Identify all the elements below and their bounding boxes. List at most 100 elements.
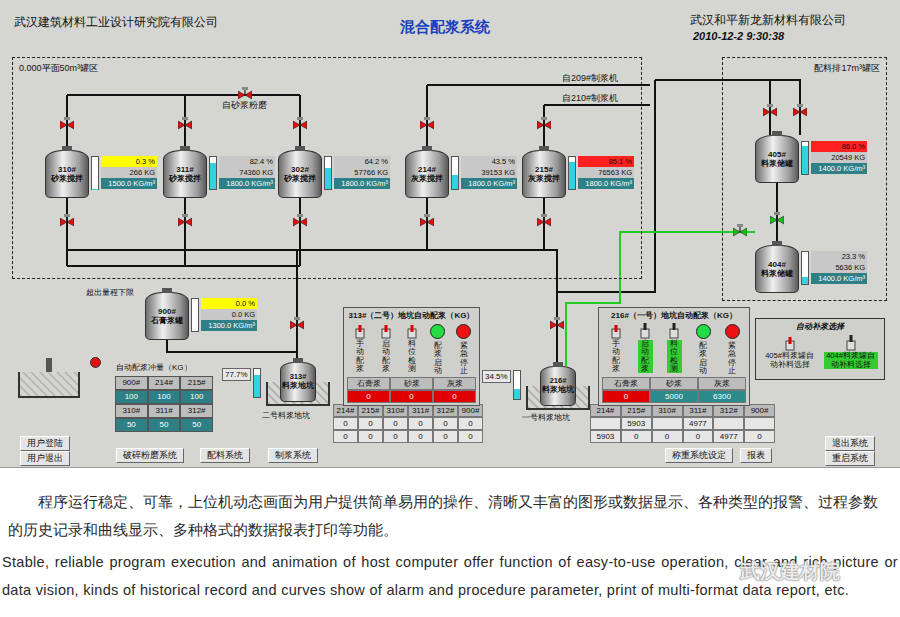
datetime: 2010-12-2 9:30:38 (693, 30, 784, 42)
toggle-switch-icon[interactable] (611, 323, 621, 339)
valve-icon[interactable] (293, 214, 307, 228)
dosing-panel: 313#（二号）地坑自动配浆（KG） 手动配浆 启动配浆 料位检测 配浆启动 紧… (343, 307, 480, 406)
control[interactable]: 手动配浆 (602, 323, 630, 375)
impulse-value[interactable]: 50 (148, 418, 181, 432)
impulse-value[interactable]: 100 (148, 390, 181, 404)
pipe (67, 265, 300, 267)
table-cell: 0 (408, 417, 433, 430)
totals-table: 214#215#310#311#312#900# 000000000000 (333, 404, 483, 443)
table-cell (652, 417, 683, 430)
material-value[interactable]: 0 (390, 390, 433, 403)
toggle-switch-icon[interactable] (785, 335, 795, 351)
valve-icon[interactable] (550, 317, 564, 331)
nav-button[interactable]: 重启系统 (825, 451, 875, 466)
screen-title: 混合配浆系统 (400, 18, 490, 37)
nav-button[interactable]: 称重系统设定 (665, 448, 733, 463)
valve-icon[interactable] (770, 212, 784, 226)
valve-icon[interactable] (420, 117, 434, 131)
tank[interactable]: 214# 灰浆搅拌 (405, 150, 449, 198)
auto-fill-option[interactable]: 405#料浆罐自动补料选择 (763, 335, 817, 369)
control[interactable]: 紧急停止 (451, 323, 476, 375)
material-value[interactable]: 5000 (650, 390, 698, 403)
table-cell: 0 (621, 430, 652, 443)
valve-icon[interactable] (420, 214, 434, 228)
valve-icon[interactable] (178, 214, 192, 228)
impulse-header: 311# (148, 404, 181, 418)
material-value[interactable]: 0 (433, 390, 476, 403)
tank[interactable]: 900# 石膏浆罐 (145, 292, 189, 340)
tank[interactable]: 404# 料浆储罐 (755, 245, 799, 293)
nav-button[interactable]: 报表 (740, 448, 772, 463)
control[interactable]: 启动配浆 (373, 323, 398, 375)
density: 1800.0 KG/m³ (219, 178, 275, 189)
pipe (67, 94, 300, 96)
tank[interactable]: 405# 料浆储罐 (755, 135, 799, 183)
tank-readout: 43.5 % 39153 KG 1800.0 KG/m³ (451, 156, 517, 190)
pipe (543, 198, 545, 250)
valve-icon[interactable] (733, 224, 747, 238)
tank-icon: 900# 石膏浆罐 (145, 292, 189, 340)
impulse-value[interactable]: 50 (180, 418, 213, 432)
nav-button[interactable]: 制浆系统 (268, 448, 318, 463)
level-bar (91, 156, 99, 190)
auto-fill-panel: 自动补浆选择 405#料浆罐自动补料选择 404#料浆罐自动补料选择 (755, 318, 885, 380)
valve-icon[interactable] (60, 214, 74, 228)
tank[interactable]: 215# 灰浆搅拌 (522, 150, 566, 198)
toggle-switch-icon[interactable] (846, 335, 856, 351)
control[interactable]: 料位检测 (660, 323, 688, 375)
tank-readout: 86.0 % 20549 KG 1400.0 KG/m³ (801, 141, 867, 175)
nav-button[interactable]: 配料系统 (200, 448, 250, 463)
pipe (299, 198, 301, 266)
control[interactable]: 启动配浆 (631, 323, 659, 375)
valve-icon[interactable] (60, 117, 74, 131)
toggle-switch-icon[interactable] (669, 323, 679, 339)
density: 1800.0 KG/m³ (461, 178, 517, 189)
material-value[interactable]: 0 (347, 390, 390, 403)
pit-tank[interactable]: 216# 料浆地坑 (540, 366, 576, 406)
toggle-switch-icon[interactable] (355, 323, 365, 339)
control[interactable]: 配浆启动 (689, 323, 717, 375)
material-value[interactable]: 0 (602, 390, 650, 403)
panel-title: 313#（二号）地坑自动配浆（KG） (347, 310, 476, 321)
control-label: 配浆启动 (696, 342, 711, 375)
control[interactable]: 紧急停止 (718, 323, 746, 375)
toggle-switch-icon[interactable] (381, 323, 391, 339)
toggle-switch-icon[interactable] (407, 323, 417, 339)
valve-icon[interactable] (537, 117, 551, 131)
source-label: 自209#制浆机 (562, 72, 618, 85)
tank[interactable]: 310# 砂浆搅拌 (45, 150, 89, 198)
pipe (544, 104, 650, 106)
control[interactable]: 手动配浆 (347, 323, 372, 375)
nav-button[interactable]: 破碎粉磨系统 (116, 448, 184, 463)
valve-icon[interactable] (293, 117, 307, 131)
toggle-switch-icon[interactable] (640, 323, 650, 339)
valve-icon[interactable] (290, 317, 304, 331)
panel-title: 216#（一号）地坑自动配浆（KG） (602, 310, 746, 321)
pit-tank[interactable]: 313# 料浆地坑 (280, 362, 316, 402)
weight: 0.0 KG (201, 309, 257, 320)
valve-icon[interactable] (238, 87, 252, 101)
valve-icon[interactable] (763, 104, 777, 118)
control-label: 紧急停止 (725, 342, 740, 375)
impulse-header: 214# (148, 376, 181, 390)
valve-icon[interactable] (537, 214, 551, 228)
valve-icon[interactable] (178, 117, 192, 131)
material-value[interactable]: 6300 (698, 390, 746, 403)
tank[interactable]: 302# 砂浆搅拌 (278, 150, 322, 198)
nav-button[interactable]: 退出系统 (825, 436, 875, 451)
impulse-title: 自动配浆冲量（KG） (116, 362, 192, 373)
valve-icon[interactable] (793, 104, 807, 118)
nav-button[interactable]: 用户退出 (20, 451, 70, 466)
tank[interactable]: 311# 砂浆搅拌 (163, 150, 207, 198)
impulse-value[interactable]: 100 (115, 390, 148, 404)
tank-readout: 64.2 % 57766 KG 1800.0 KG/m³ (324, 156, 390, 190)
impulse-value[interactable]: 50 (115, 418, 148, 432)
control[interactable]: 配浆启动 (425, 323, 450, 375)
table-cell: 0 (458, 417, 483, 430)
impulse-value[interactable]: 100 (180, 390, 213, 404)
auto-fill-option[interactable]: 404#料浆罐自动补料选择 (824, 335, 878, 369)
nav-button[interactable]: 用户登陆 (20, 436, 70, 451)
source-label: 自210#制浆机 (562, 92, 618, 105)
source-label: 自砂浆粉磨 (222, 99, 267, 112)
control[interactable]: 料位检测 (399, 323, 424, 375)
